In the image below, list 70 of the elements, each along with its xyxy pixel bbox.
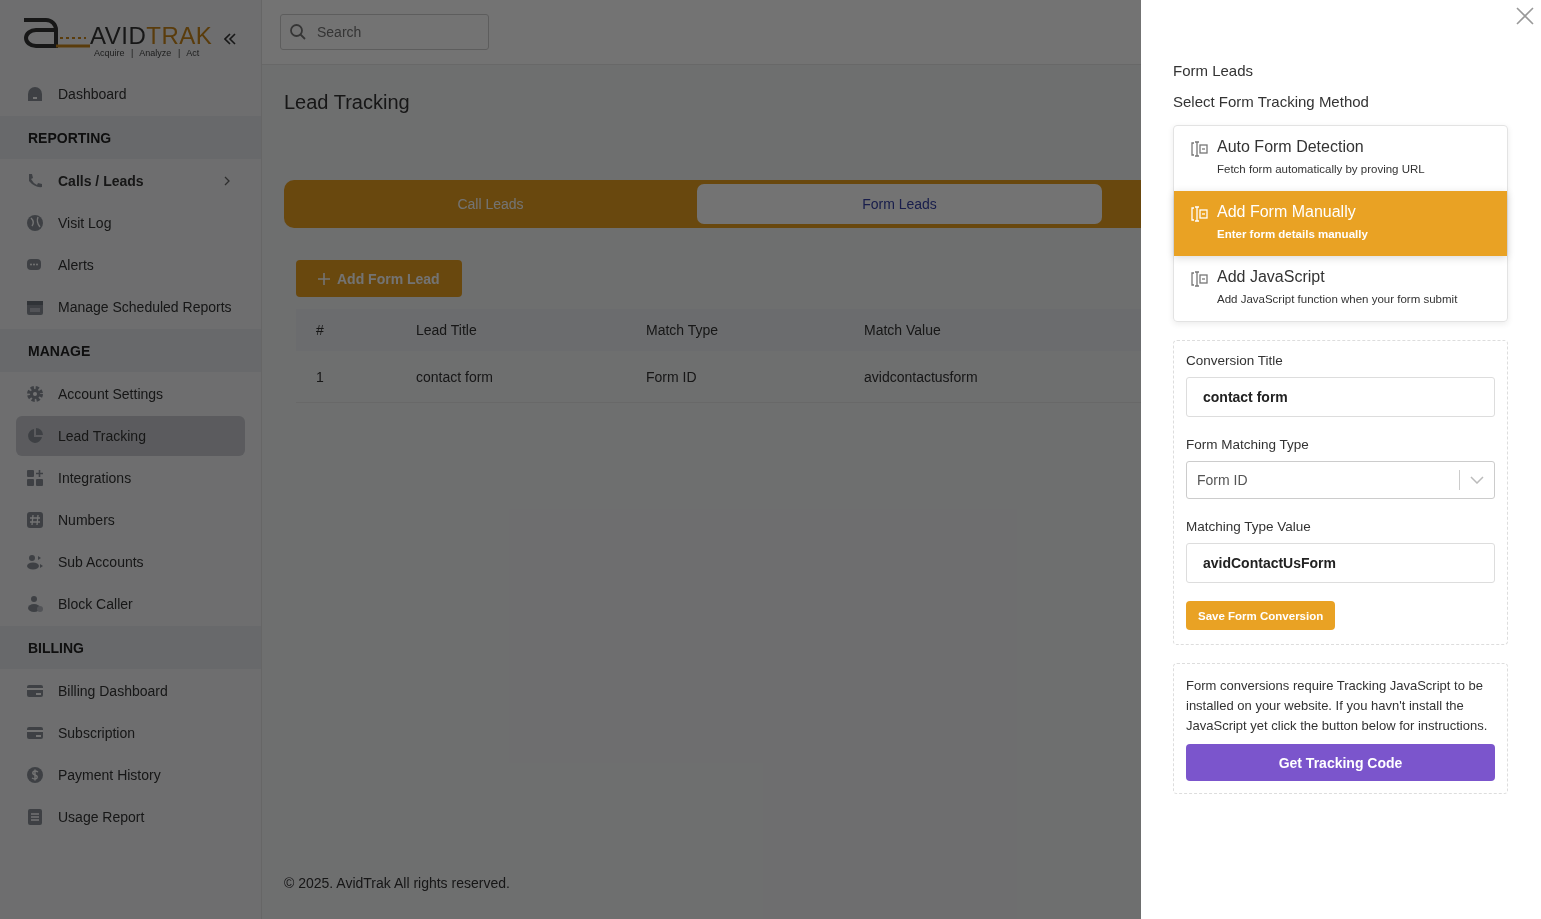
- sidebar-item[interactable]: Manage Scheduled Reports: [16, 287, 245, 327]
- sidebar-section-heading: REPORTING: [0, 116, 261, 159]
- get-tracking-code-button[interactable]: Get Tracking Code: [1186, 744, 1495, 781]
- page-title: Lead Tracking: [284, 91, 410, 114]
- sidebar-item[interactable]: Usage Report: [16, 797, 245, 837]
- modal-backdrop[interactable]: [0, 0, 1141, 919]
- pie-chart-icon: [26, 427, 44, 445]
- sidebar-item[interactable]: Lead Tracking: [16, 416, 245, 456]
- sidebar-item[interactable]: Dashboard: [16, 74, 245, 114]
- method-title: Add Form Manually: [1217, 203, 1357, 221]
- credit-card-icon: [26, 724, 44, 742]
- hash-icon: [26, 511, 44, 529]
- sidebar-item[interactable]: Integrations: [16, 458, 245, 498]
- field-label: Form Matching Type: [1186, 437, 1310, 452]
- sidebar-item[interactable]: Visit Log: [16, 203, 245, 243]
- drawer-title: Form Leads: [1173, 62, 1255, 79]
- sidebar-item[interactable]: Numbers: [16, 500, 245, 540]
- chevron-down-icon: [1470, 476, 1484, 484]
- calendar-icon: [26, 298, 44, 316]
- globe-icon: [26, 214, 44, 232]
- sidebar-item[interactable]: Sub Accounts: [16, 542, 245, 582]
- form-field-icon: [1190, 140, 1208, 158]
- sidebar-item[interactable]: Subscription: [16, 713, 245, 753]
- save-button[interactable]: Save Form Conversion: [1186, 601, 1336, 630]
- table-cell: contact form: [396, 351, 626, 403]
- sidebar-item[interactable]: Account Settings: [16, 374, 245, 414]
- gear-icon: [26, 385, 44, 403]
- method-option[interactable]: Auto Form Detection Fetch form automatically by proving URL: [1174, 126, 1507, 191]
- notice-text: Form conversions require Tracking JavaScript to be installed on your website. If you havn't install the JavaScript yet click the button below for instructions.: [1186, 677, 1489, 735]
- method-title: Add JavaScript: [1217, 268, 1326, 286]
- dollar-icon: [26, 766, 44, 784]
- sidebar-group-item[interactable]: Calls / Leads: [16, 161, 245, 201]
- drawer-subtitle: Select Form Tracking Method: [1173, 93, 1370, 110]
- user-icon: [26, 595, 44, 613]
- logo-tagline: Acquire | Analyze | Act: [94, 48, 201, 58]
- grid-icon: [26, 469, 44, 487]
- phone-icon: [26, 172, 44, 190]
- dropdown-field[interactable]: Form ID: [1186, 461, 1495, 499]
- sidebar-item[interactable]: Payment History: [16, 755, 245, 795]
- plus-icon: [318, 272, 330, 285]
- collapse-icon[interactable]: [224, 32, 237, 46]
- field-label: Matching Type Value: [1186, 519, 1312, 534]
- text-field[interactable]: contact form: [1186, 377, 1495, 417]
- credit-card-icon: [26, 682, 44, 700]
- form-field-icon: [1190, 205, 1208, 223]
- method-option[interactable]: Add Form Manually Enter form details manually: [1174, 191, 1507, 256]
- method-description: Enter form details manually: [1217, 228, 1368, 240]
- close-icon[interactable]: [1516, 7, 1534, 25]
- search-icon: [289, 23, 307, 41]
- tab[interactable]: Form Leads: [697, 184, 1102, 224]
- search-field[interactable]: Search: [280, 14, 489, 50]
- method-description: Fetch form automatically by proving URL: [1217, 163, 1425, 175]
- sidebar-item[interactable]: Block Caller: [16, 584, 245, 624]
- form-field-icon: [1190, 270, 1208, 288]
- users-icon: [26, 553, 44, 571]
- field-label: Conversion Title: [1186, 353, 1284, 368]
- dashboard-icon: [26, 85, 44, 103]
- table-cell: Form ID: [626, 351, 844, 403]
- sidebar-item[interactable]: Billing Dashboard: [16, 671, 245, 711]
- method-title: Auto Form Detection: [1217, 138, 1365, 156]
- table-cell: 1: [296, 351, 396, 403]
- chevron-icon: [223, 175, 231, 187]
- sidebar-section-heading: MANAGE: [0, 329, 261, 372]
- method-description: Add JavaScript function when your form submit: [1217, 293, 1458, 305]
- text-field[interactable]: avidContactUsForm: [1186, 543, 1495, 583]
- footer-text: © 2025. AvidTrak All rights reserved.: [284, 875, 511, 891]
- sidebar-item[interactable]: Alerts: [16, 245, 245, 285]
- logo-text: AVIDTRAK: [90, 24, 213, 48]
- sidebar-section-heading: BILLING: [0, 626, 261, 669]
- document-icon: [26, 808, 44, 826]
